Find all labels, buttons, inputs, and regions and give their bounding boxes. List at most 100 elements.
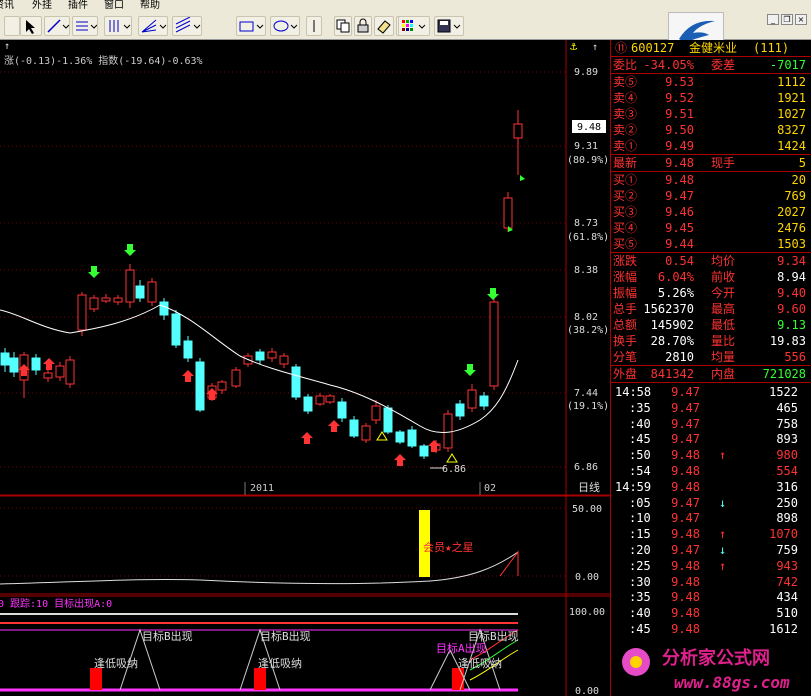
candle-body[interactable]	[395, 431, 405, 443]
candle-body[interactable]	[267, 351, 277, 359]
price-axis: 9.89 9.31 8.73 8.38 8.02 7.44 6.86 (80.9…	[567, 67, 609, 473]
candle-body[interactable]	[231, 369, 241, 387]
anchor-icon[interactable]: ⚓	[570, 39, 578, 53]
candle-body[interactable]	[279, 355, 289, 365]
candle-body[interactable]	[147, 281, 157, 303]
candle-body[interactable]	[315, 395, 325, 405]
candle-body[interactable]	[101, 297, 111, 302]
vline-tool-button[interactable]	[104, 16, 132, 36]
candlestick-series[interactable]	[0, 110, 523, 459]
sell-vol: 1027	[777, 107, 806, 121]
candle-body[interactable]	[31, 357, 41, 371]
candle-body[interactable]	[77, 294, 87, 331]
candle-body[interactable]	[43, 372, 53, 379]
rect-tool-button[interactable]	[236, 16, 266, 36]
menu-item-info[interactable]: 资讯	[0, 0, 14, 11]
value: 841342	[650, 367, 694, 381]
tick-arrow: ↑	[719, 448, 727, 463]
menu-item-plugin[interactable]: 插件	[68, 0, 88, 11]
candle-body[interactable]	[503, 197, 513, 229]
candle-body[interactable]	[171, 313, 181, 346]
cursor-tool-button[interactable]	[20, 16, 42, 36]
candle-body[interactable]	[325, 395, 335, 403]
tick-vol: 980	[776, 448, 798, 463]
minimize-button[interactable]: _	[767, 14, 779, 25]
candle-body[interactable]	[255, 351, 265, 361]
candle-body[interactable]	[467, 389, 477, 409]
candle-body[interactable]	[9, 357, 19, 373]
candle-body[interactable]	[65, 359, 75, 385]
change-summary: 涨(-0.13)-1.36% 指数(-19.64)-0.63%	[4, 54, 203, 67]
candle-body[interactable]	[349, 419, 359, 437]
candle-body[interactable]	[455, 403, 465, 417]
close-button[interactable]: ×	[795, 14, 807, 25]
candle-body[interactable]	[0, 352, 10, 366]
tick-time: :30	[629, 574, 651, 589]
buy-label: 买②	[613, 189, 638, 203]
chart-canvas[interactable]: 涨(-0.13)-1.36% 指数(-19.64)-0.63% ↑ ⚓ ↑ 9.…	[0, 39, 610, 696]
candle-body[interactable]	[195, 361, 205, 411]
menu-item-window[interactable]: 窗口	[104, 0, 124, 11]
candle-body[interactable]	[479, 395, 489, 407]
candle-body[interactable]	[371, 405, 381, 421]
sell-row-2: 卖② 9.50 8327	[611, 122, 811, 138]
sell-label: 卖①	[613, 139, 638, 153]
candle-body[interactable]	[217, 381, 227, 391]
tick-vol: 554	[776, 464, 798, 478]
text-tool-button[interactable]	[306, 16, 322, 36]
candle-body[interactable]	[183, 340, 193, 359]
restore-button[interactable]: ❐	[781, 14, 793, 25]
save-tool-button[interactable]	[434, 16, 464, 36]
ind2-axis-bottom: 0.00	[575, 686, 599, 696]
tick-arrow: ↑	[719, 527, 727, 542]
sell-label: 卖⑤	[613, 75, 638, 89]
stat-value: 2810	[665, 350, 694, 364]
menu-item-plugin-ext[interactable]: 外挂	[32, 0, 52, 11]
candle-body[interactable]	[89, 297, 99, 310]
candle-body[interactable]	[135, 285, 145, 299]
tick-row: :50 9.48 ↑ 980	[611, 447, 811, 463]
candle-body[interactable]	[443, 413, 453, 449]
menu-item-help[interactable]: 帮助	[140, 0, 160, 11]
candle-body[interactable]	[125, 269, 135, 303]
candle-body[interactable]	[513, 123, 523, 139]
sell-vol: 1112	[777, 75, 806, 89]
candle-body[interactable]	[55, 365, 65, 378]
tick-row: :54 9.48 554	[611, 463, 811, 479]
arrow-tool-button[interactable]	[4, 16, 20, 36]
tick-price: 9.48	[671, 574, 700, 589]
buy-price: 9.46	[665, 205, 694, 219]
line-tool-button[interactable]	[44, 16, 70, 36]
candle-body[interactable]	[337, 401, 347, 419]
ind1-axis-bottom: 0.00	[575, 572, 599, 583]
candle-body[interactable]	[291, 366, 301, 398]
hline-tool-button[interactable]	[72, 16, 98, 36]
candle-body[interactable]	[113, 297, 123, 303]
buy-vol: 769	[784, 189, 806, 203]
buy-arrow-icon	[182, 370, 194, 382]
tick-time: :35	[629, 400, 651, 415]
candle-body[interactable]	[159, 301, 169, 316]
eraser-tool-button[interactable]	[374, 16, 394, 36]
stock-header: ⑪ 600127 金健米业 (111)	[611, 40, 811, 56]
kline-chart-area[interactable]: 涨(-0.13)-1.36% 指数(-19.64)-0.63% ↑ ⚓ ↑ 9.…	[0, 39, 610, 696]
lock-tool-button[interactable]	[354, 16, 372, 36]
sell-price: 9.51	[665, 107, 694, 121]
candle-body[interactable]	[419, 445, 429, 457]
copy-tool-button[interactable]	[334, 16, 352, 36]
candle-body[interactable]	[407, 429, 417, 447]
period-label[interactable]: 日线	[578, 480, 600, 494]
ellipse-tool-button[interactable]	[270, 16, 300, 36]
tick-vol: 1612	[769, 622, 798, 636]
candle-body[interactable]	[383, 407, 393, 433]
candle-body[interactable]	[303, 396, 313, 412]
candle-body[interactable]	[489, 301, 499, 387]
fan-tool-button[interactable]	[138, 16, 168, 36]
palette-tool-button[interactable]	[398, 16, 430, 36]
stat-value: 145902	[650, 318, 694, 332]
candle-body[interactable]	[361, 425, 371, 441]
parallel-tool-button[interactable]	[172, 16, 202, 36]
buy-arrow-icon	[301, 432, 313, 444]
value: 9.48	[665, 156, 694, 170]
tick-vol: 316	[776, 479, 798, 494]
